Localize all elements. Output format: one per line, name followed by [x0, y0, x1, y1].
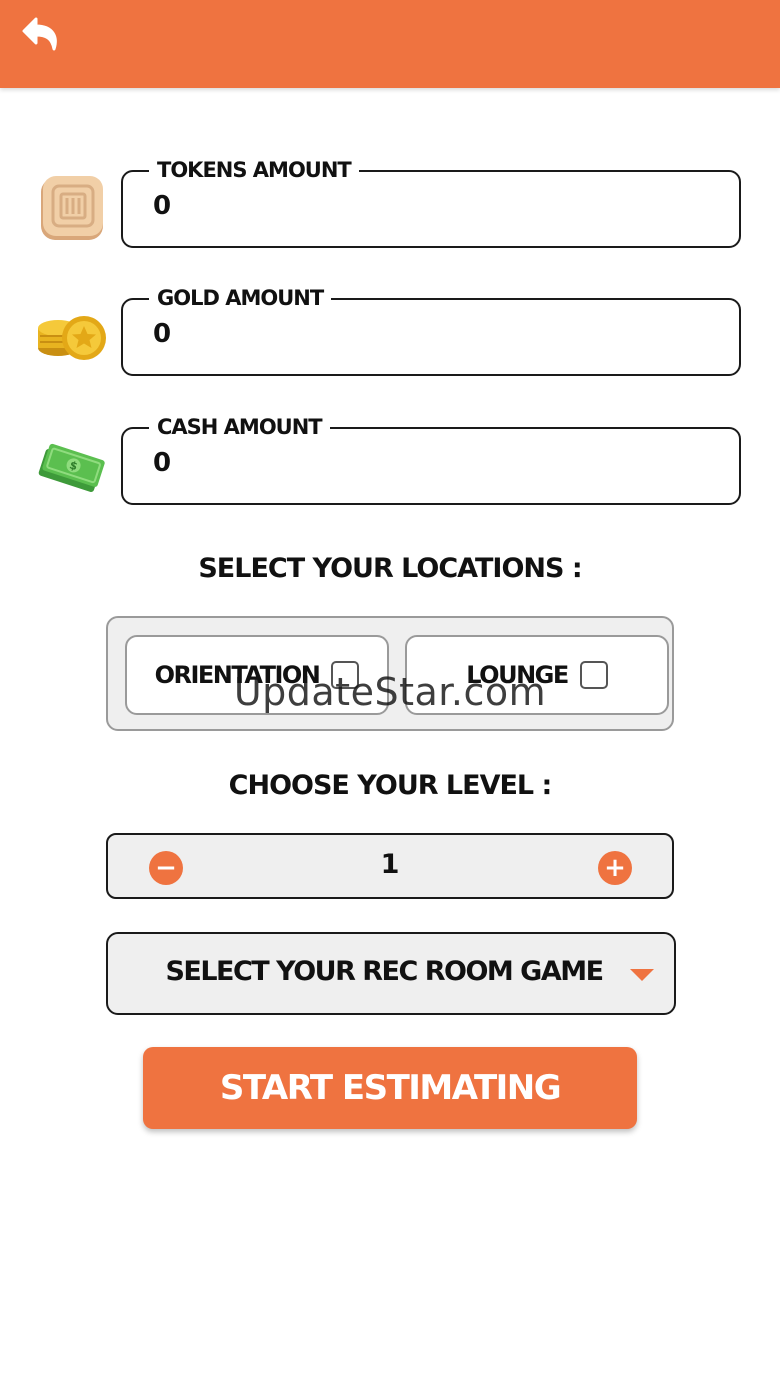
tokens-amount-value[interactable]: 0	[153, 190, 171, 222]
back-arrow-icon	[22, 17, 57, 51]
token-icon	[36, 170, 108, 250]
location-lounge[interactable]: LOUNGE	[405, 635, 669, 715]
dropdown-arrow-icon	[630, 969, 654, 981]
cash-amount-value[interactable]: 0	[153, 447, 171, 479]
gold-amount-label: GOLD AMOUNT	[149, 285, 332, 311]
tokens-amount-field[interactable]: TOKENS AMOUNT 0	[121, 157, 741, 248]
start-estimating-button[interactable]: START ESTIMATING	[143, 1047, 637, 1129]
locations-title: SELECT YOUR LOCATIONS :	[198, 553, 582, 584]
game-select-dropdown[interactable]: SELECT YOUR REC ROOM GAME	[106, 932, 676, 1015]
location-lounge-label: LOUNGE	[466, 661, 569, 689]
gold-coins-icon	[36, 298, 108, 378]
tokens-amount-label: TOKENS AMOUNT	[149, 157, 359, 183]
cash-amount-label: CASH AMOUNT	[149, 414, 330, 440]
location-orientation[interactable]: ORIENTATION	[125, 635, 389, 715]
top-app-bar	[0, 0, 780, 88]
gold-amount-value[interactable]: 0	[153, 318, 171, 350]
orientation-checkbox[interactable]	[331, 661, 360, 689]
plus-icon: +	[604, 853, 626, 883]
locations-panel: ORIENTATION LOUNGE	[106, 616, 674, 731]
location-orientation-label: ORIENTATION	[154, 661, 321, 689]
lounge-checkbox[interactable]	[579, 661, 608, 689]
tokens-row: TOKENS AMOUNT 0	[0, 157, 780, 250]
level-increment-button[interactable]: +	[598, 851, 632, 885]
game-select-label: SELECT YOUR REC ROOM GAME	[165, 956, 604, 987]
level-stepper: − 1 +	[106, 833, 674, 899]
gold-row: GOLD AMOUNT 0	[0, 285, 780, 378]
gold-amount-field[interactable]: GOLD AMOUNT 0	[121, 285, 741, 376]
level-title: CHOOSE YOUR LEVEL :	[228, 770, 553, 801]
cash-row: $ CASH AMOUNT 0	[0, 414, 780, 507]
cash-icon: $	[36, 427, 108, 507]
level-value: 1	[380, 849, 400, 880]
cash-amount-field[interactable]: CASH AMOUNT 0	[121, 414, 741, 505]
back-button[interactable]	[16, 12, 68, 58]
